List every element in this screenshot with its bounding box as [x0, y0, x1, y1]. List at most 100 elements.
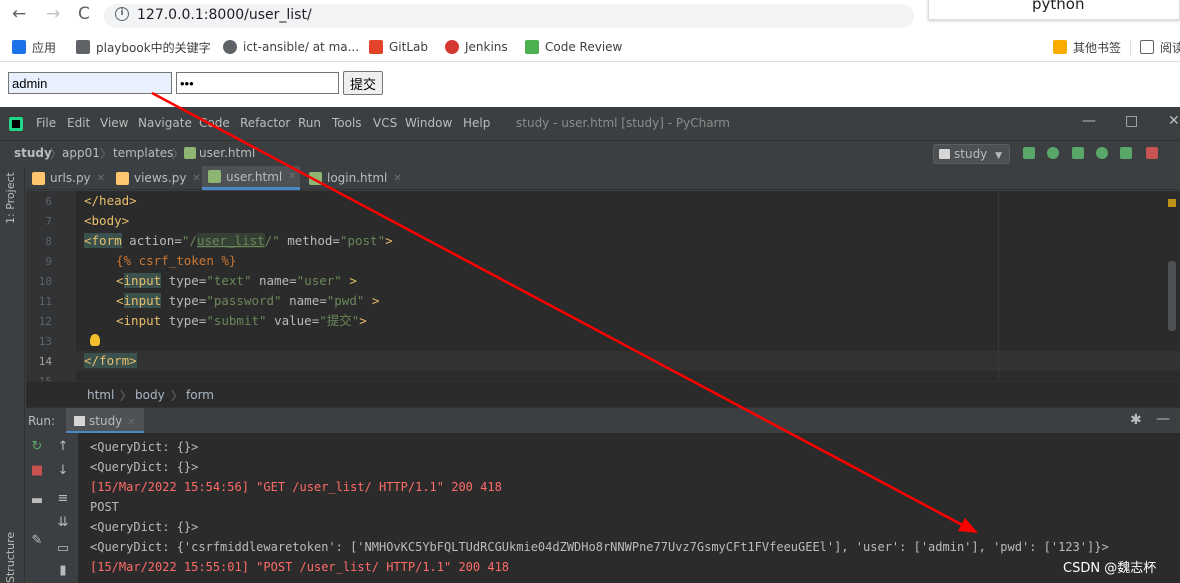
menu-run[interactable]: Run: [298, 116, 321, 130]
breadcrumb-html[interactable]: html: [87, 388, 114, 402]
menu-help[interactable]: Help: [463, 116, 490, 130]
close-tab-icon[interactable]: ✕: [288, 171, 296, 182]
build-icon[interactable]: [1120, 147, 1132, 159]
run-label: Run:: [28, 414, 56, 428]
run-console[interactable]: <QueryDict: {}> <QueryDict: {}> [15/Mar/…: [78, 433, 1180, 583]
bookmark-gitlab[interactable]: GitLab: [369, 38, 428, 56]
rerun-icon[interactable]: [1023, 147, 1035, 159]
code-line-12: <input type="submit" value="提交">: [116, 313, 367, 328]
menu-edit[interactable]: Edit: [67, 116, 90, 130]
run-config-dropdown[interactable]: study ▼: [933, 144, 1010, 164]
bookmark-reading-list[interactable]: 阅读: [1140, 38, 1180, 56]
project-tool-tab[interactable]: 1: Project: [4, 172, 17, 224]
back-arrow-icon[interactable]: ←: [12, 4, 26, 24]
bookmark-playbook[interactable]: playbook中的关键字: [76, 38, 211, 56]
html-file-icon: [309, 171, 322, 185]
submit-button[interactable]: 提交: [343, 71, 383, 95]
stop-icon[interactable]: ■: [30, 463, 44, 478]
profile-icon[interactable]: [1096, 147, 1108, 159]
bookmark-jenkins[interactable]: Jenkins: [445, 38, 508, 56]
close-tab-icon[interactable]: ✕: [393, 173, 401, 184]
menu-file[interactable]: File: [36, 116, 56, 130]
editor-scrollbar[interactable]: [1168, 261, 1176, 331]
nav-project[interactable]: study: [14, 146, 52, 160]
up-arrow-icon[interactable]: ↑: [56, 439, 70, 454]
scroll-to-end-icon[interactable]: ⇊: [56, 515, 70, 530]
url-field[interactable]: i 127.0.0.1:8000/user_list/: [104, 4, 914, 28]
structure-tool-tab[interactable]: Structure: [4, 532, 17, 583]
breadcrumb-form[interactable]: form: [186, 388, 214, 402]
tab-login-html[interactable]: login.html ✕: [303, 166, 403, 190]
print-icon[interactable]: ▭: [56, 541, 70, 556]
line-number: 11: [38, 295, 52, 308]
run-panel-header: Run: study ✕ ✱ —: [26, 407, 1180, 434]
chevron-right-icon: 〉: [50, 147, 63, 161]
gear-icon[interactable]: ✱: [1130, 412, 1142, 428]
close-tab-icon[interactable]: ✕: [192, 173, 200, 184]
python-file-icon: [32, 171, 45, 185]
hide-panel-icon[interactable]: —: [1156, 411, 1170, 427]
clear-icon[interactable]: ▮: [56, 563, 70, 578]
bookmark-divider: [1130, 40, 1131, 56]
lightbulb-icon[interactable]: [90, 334, 100, 346]
coverage-icon[interactable]: [1072, 147, 1084, 159]
soft-wrap-icon[interactable]: ≡: [56, 491, 70, 506]
menu-window[interactable]: Window: [405, 116, 452, 130]
site-info-icon[interactable]: i: [115, 7, 129, 21]
menu-navigate[interactable]: Navigate: [138, 116, 192, 130]
web-page: 提交: [0, 62, 1180, 107]
line-number: 9: [45, 255, 52, 268]
bookmark-label: 阅读: [1160, 40, 1180, 55]
maximize-icon[interactable]: □: [1125, 113, 1138, 129]
bookmark-other[interactable]: 其他书签: [1053, 38, 1121, 56]
watermark: CSDN @魏志杯: [1063, 561, 1157, 576]
bookmark-code-review[interactable]: Code Review: [525, 38, 622, 56]
line-number: 7: [45, 215, 52, 228]
tab-user-html[interactable]: user.html ✕: [202, 166, 300, 190]
menu-view[interactable]: View: [100, 116, 128, 130]
line-number: 14: [38, 355, 52, 368]
nav-app01[interactable]: app01: [62, 146, 100, 160]
minimize-icon[interactable]: —: [1082, 113, 1096, 129]
close-tab-icon[interactable]: ✕: [97, 173, 105, 184]
tab-urls-py[interactable]: urls.py ✕: [26, 166, 109, 190]
menu-vcs[interactable]: VCS: [373, 116, 397, 130]
code-line-7: <body>: [84, 213, 130, 228]
inspection-status-icon[interactable]: [1168, 199, 1176, 207]
menu-code[interactable]: Code: [199, 116, 230, 130]
reload-icon[interactable]: C: [78, 4, 90, 24]
navigation-bar: study 〉 app01 〉 templates 〉 user.html st…: [0, 140, 1180, 166]
bookmarks-bar: 应用 playbook中的关键字 ict-ansible/ at ma... G…: [0, 33, 1180, 62]
bookmark-apps[interactable]: 应用: [12, 38, 56, 56]
close-tab-icon[interactable]: ✕: [127, 417, 135, 428]
left-tool-strip: 1: Project Structure: [0, 166, 25, 583]
layout-icon[interactable]: ▬: [30, 493, 44, 508]
reading-list-icon: [1140, 40, 1154, 54]
menu-tools[interactable]: Tools: [332, 116, 362, 130]
run-tab-study[interactable]: study ✕: [66, 408, 144, 434]
console-line: <QueryDict: {}>: [90, 520, 199, 534]
popup-text[interactable]: python: [1032, 0, 1084, 13]
forward-arrow-icon[interactable]: →: [46, 4, 60, 24]
down-arrow-icon[interactable]: ↓: [56, 463, 70, 478]
url-text[interactable]: 127.0.0.1:8000/user_list/: [137, 7, 312, 23]
password-input[interactable]: [176, 72, 339, 94]
breadcrumb-body[interactable]: body: [135, 388, 165, 402]
pin-icon[interactable]: ✎: [30, 533, 44, 548]
tab-label: views.py: [134, 171, 187, 185]
debug-icon[interactable]: [1047, 147, 1059, 159]
bookmark-label: ict-ansible/ at ma...: [243, 40, 360, 54]
close-icon[interactable]: ✕: [1168, 113, 1180, 129]
code-line-8: <form action="/user_list/" method="post"…: [84, 233, 393, 248]
stop-icon[interactable]: [1146, 147, 1158, 159]
nav-templates[interactable]: templates: [113, 146, 173, 160]
menu-bar: File Edit View Navigate Code Refactor Ru…: [0, 107, 1180, 140]
window-title: study - user.html [study] - PyCharm: [516, 116, 730, 130]
folder-icon: [1053, 40, 1067, 54]
rerun-icon[interactable]: ↻: [30, 439, 44, 454]
code-editor[interactable]: 6 7 8 9 10 11 12 13 14 15 </head> <body>…: [26, 191, 1180, 381]
nav-user-html[interactable]: user.html: [199, 146, 255, 160]
bookmark-ict-ansible[interactable]: ict-ansible/ at ma...: [223, 38, 359, 56]
menu-refactor[interactable]: Refactor: [240, 116, 290, 130]
user-input[interactable]: [8, 72, 172, 94]
